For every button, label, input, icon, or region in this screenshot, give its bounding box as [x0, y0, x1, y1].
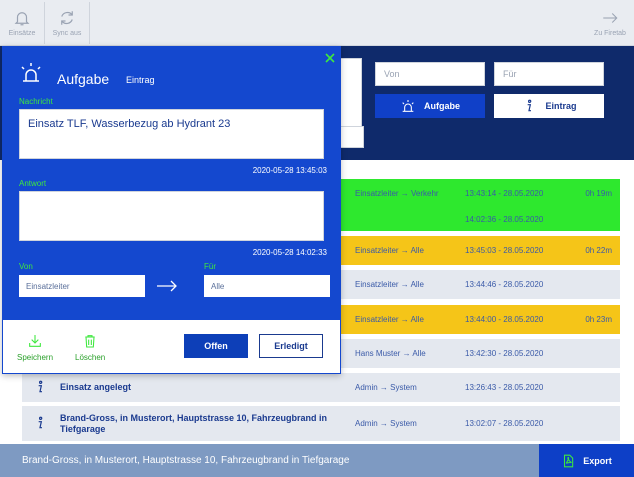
firetab-button[interactable]: Zu Firetab — [588, 0, 632, 46]
task-dialog: Aufgabe Eintrag Nachricht Einsatz TLF, W… — [2, 46, 341, 374]
row-time: 13:02:07 - 28.05.2020 — [465, 419, 544, 428]
dialog-subtitle: Eintrag — [126, 75, 155, 85]
row-time: 13:45:03 - 28.05.2020 — [465, 246, 544, 255]
fuer-value: Alle — [211, 281, 225, 291]
erledigt-button[interactable]: Erledigt — [259, 334, 323, 358]
antwort-timestamp: 2020-05-28 14:02:33 — [252, 248, 327, 257]
erledigt-label: Erledigt — [274, 341, 308, 351]
export-label: Export — [583, 455, 612, 466]
row-time: 14:02:36 - 28.05.2020 — [465, 214, 544, 224]
von-placeholder: Von — [384, 69, 400, 79]
toolbar-divider — [89, 2, 90, 44]
sync-label: Sync aus — [52, 30, 82, 37]
von-select[interactable]: Einsatzleiter — [19, 275, 145, 297]
fuer-input[interactable]: Für — [494, 62, 604, 86]
bell-icon — [14, 12, 30, 26]
antwort-label: Antwort — [19, 179, 47, 188]
row-time: 13:44:00 - 28.05.2020 — [465, 315, 544, 324]
dialog-form-area: Aufgabe Eintrag Nachricht Einsatz TLF, W… — [3, 47, 340, 320]
nachricht-label: Nachricht — [19, 97, 53, 106]
export-button[interactable]: Export — [539, 444, 634, 477]
einsaetze-button[interactable]: Einsätze — [0, 0, 44, 46]
von-label: Von — [19, 262, 33, 271]
row-route: Einsatzleiter → Alle — [355, 246, 424, 255]
list-row[interactable]: Einsatz angelegt Admin → System 13:26:43… — [22, 373, 620, 402]
message-textarea-edge[interactable] — [338, 58, 362, 132]
row-duration: 0h 23m — [585, 315, 612, 324]
arrow-right-icon — [603, 13, 618, 23]
row-route: Einsatzleiter → Alle — [355, 280, 424, 289]
close-icon[interactable] — [324, 52, 336, 64]
fuer-select[interactable]: Alle — [204, 275, 330, 297]
nachricht-value: Einsatz TLF, Wasserbezug ab Hydrant 23 — [28, 118, 231, 130]
eintrag-button[interactable]: Eintrag — [494, 94, 604, 118]
download-icon — [29, 335, 41, 347]
eintrag-button-label: Eintrag — [545, 101, 577, 111]
einsaetze-label: Einsätze — [8, 30, 36, 37]
row-route: Admin → System — [355, 383, 417, 392]
info-icon — [38, 416, 43, 429]
von-value: Einsatzleiter — [26, 281, 70, 291]
top-toolbar: Einsätze Sync aus Zu Firetab — [0, 0, 634, 46]
speichern-label: Speichern — [17, 353, 54, 362]
fuer-placeholder: Für — [503, 69, 517, 79]
row-duration: 0h 19m — [585, 189, 612, 198]
row-route: Einsatzleiter → Alle — [355, 315, 424, 324]
loeschen-label: Löschen — [75, 353, 106, 362]
firetab-label: Zu Firetab — [594, 30, 626, 37]
alarm-light-icon — [402, 100, 414, 112]
speichern-button[interactable]: Speichern — [17, 333, 53, 362]
aufgabe-button[interactable]: Aufgabe — [375, 94, 485, 118]
trash-icon — [85, 335, 95, 348]
antwort-textarea[interactable] — [19, 191, 324, 241]
input-edge[interactable] — [338, 126, 364, 148]
row-route: Admin → System — [355, 419, 417, 428]
offen-label: Offen — [204, 341, 228, 351]
row-time: 13:43:14 - 28.05.2020 — [465, 189, 544, 198]
offen-button[interactable]: Offen — [184, 334, 248, 358]
pdf-icon — [564, 454, 574, 467]
nachricht-textarea[interactable]: Einsatz TLF, Wasserbezug ab Hydrant 23 — [19, 109, 324, 159]
sync-icon — [61, 11, 73, 25]
row-route: Einsatzleiter → Verkehr — [355, 189, 439, 198]
row-time: 13:44:46 - 28.05.2020 — [465, 280, 544, 289]
aufgabe-button-label: Aufgabe — [424, 101, 460, 111]
von-input[interactable]: Von — [375, 62, 485, 86]
footer-incident-text: Brand-Gross, in Musterort, Hauptstrasse … — [22, 455, 350, 466]
alarm-light-icon — [21, 63, 41, 82]
row-title: Brand-Gross, in Musterort, Hauptstrasse … — [60, 412, 328, 434]
row-time: 13:42:30 - 28.05.2020 — [465, 349, 544, 358]
row-title: Einsatz angelegt — [60, 382, 132, 392]
row-time: 13:26:43 - 28.05.2020 — [465, 383, 544, 392]
nachricht-timestamp: 2020-05-28 13:45:03 — [252, 166, 327, 175]
row-route: Hans Muster → Alle — [355, 349, 426, 358]
sync-button[interactable]: Sync aus — [45, 0, 89, 46]
dialog-title: Aufgabe — [57, 71, 110, 87]
fuer-label: Für — [204, 262, 216, 271]
info-icon — [528, 99, 532, 112]
loeschen-button[interactable]: Löschen — [75, 333, 105, 362]
arrow-right-icon — [157, 280, 177, 292]
info-icon — [38, 380, 43, 393]
list-row[interactable]: Brand-Gross, in Musterort, Hauptstrasse … — [22, 406, 620, 441]
row-duration: 0h 22m — [585, 246, 612, 255]
